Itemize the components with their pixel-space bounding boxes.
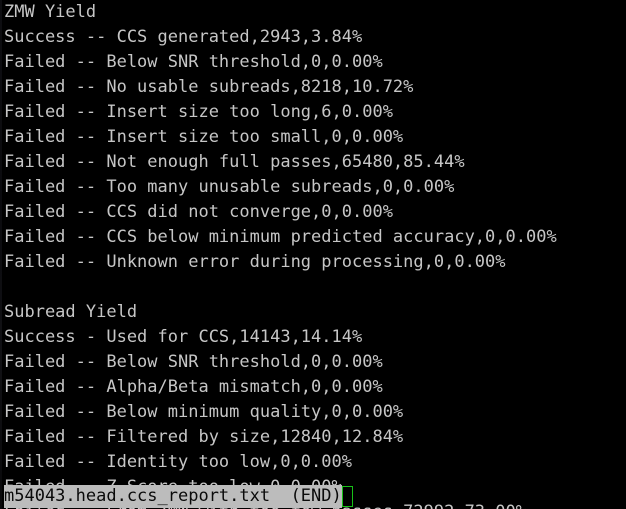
pager-line: Failed -- Below SNR threshold,0,0.00% [4,352,383,372]
status-filename-and-position: m54043.head.ccs_report.txt (END) [4,485,342,508]
pager-line: Failed -- CCS did not converge,0,0.00% [4,202,393,222]
pager-line: Subread Yield [4,302,138,322]
pager-text-area[interactable]: ZMW Yield Success -- CCS generated,2943,3… [4,0,622,509]
pager-line: Failed -- Unknown error during processin… [4,252,506,272]
pager-line: Failed -- Insert size too small,0,0.00% [4,127,404,147]
text-cursor [341,486,353,507]
window-left-edge [0,0,2,509]
pager-line: Failed -- No usable subreads,8218,10.72% [4,77,414,97]
pager-line: Failed -- Insert size too long,6,0.00% [4,102,393,122]
pager-status-line: m54043.head.ccs_report.txt (END) [4,485,353,508]
pager-line: ZMW Yield [4,2,97,22]
pager-line: Failed -- Identity too low,0,0.00% [4,452,352,472]
terminal-window[interactable]: ZMW Yield Success -- CCS generated,2943,3… [0,0,626,509]
pager-blank-line [4,275,622,300]
pager-line: Failed -- Too many unusable subreads,0,0… [4,177,455,197]
pager-line: Failed -- Below minimum quality,0,0.00% [4,402,404,422]
pager-line: Failed -- Below SNR threshold,0,0.00% [4,52,383,72]
pager-line: Failed -- Not enough full passes,65480,8… [4,152,465,172]
pager-line: Failed -- Alpha/Beta mismatch,0,0.00% [4,377,383,397]
pager-line: Success - Used for CCS,14143,14.14% [4,327,363,347]
pager-line: Failed -- Filtered by size,12840,12.84% [4,427,404,447]
pager-line: Failed -- CCS below minimum predicted ac… [4,227,557,247]
pager-line: Success -- CCS generated,2943,3.84% [4,27,363,47]
